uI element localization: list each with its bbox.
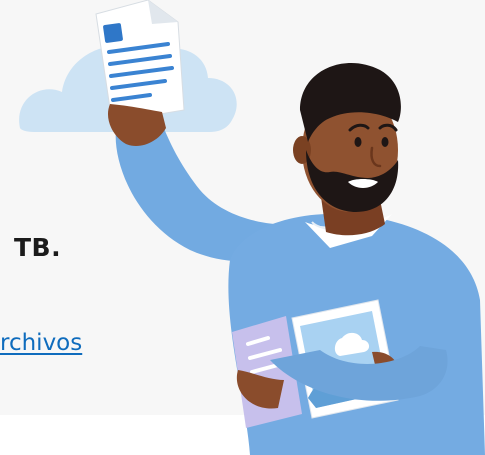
person-holding-document-illustration: [19, 0, 485, 455]
person-head: [293, 63, 401, 212]
files-link[interactable]: rchivos: [0, 330, 82, 356]
document-icon: [95, 0, 185, 123]
storage-text: TB.: [14, 233, 62, 262]
promo-page: TB. rchivos: [0, 0, 485, 455]
